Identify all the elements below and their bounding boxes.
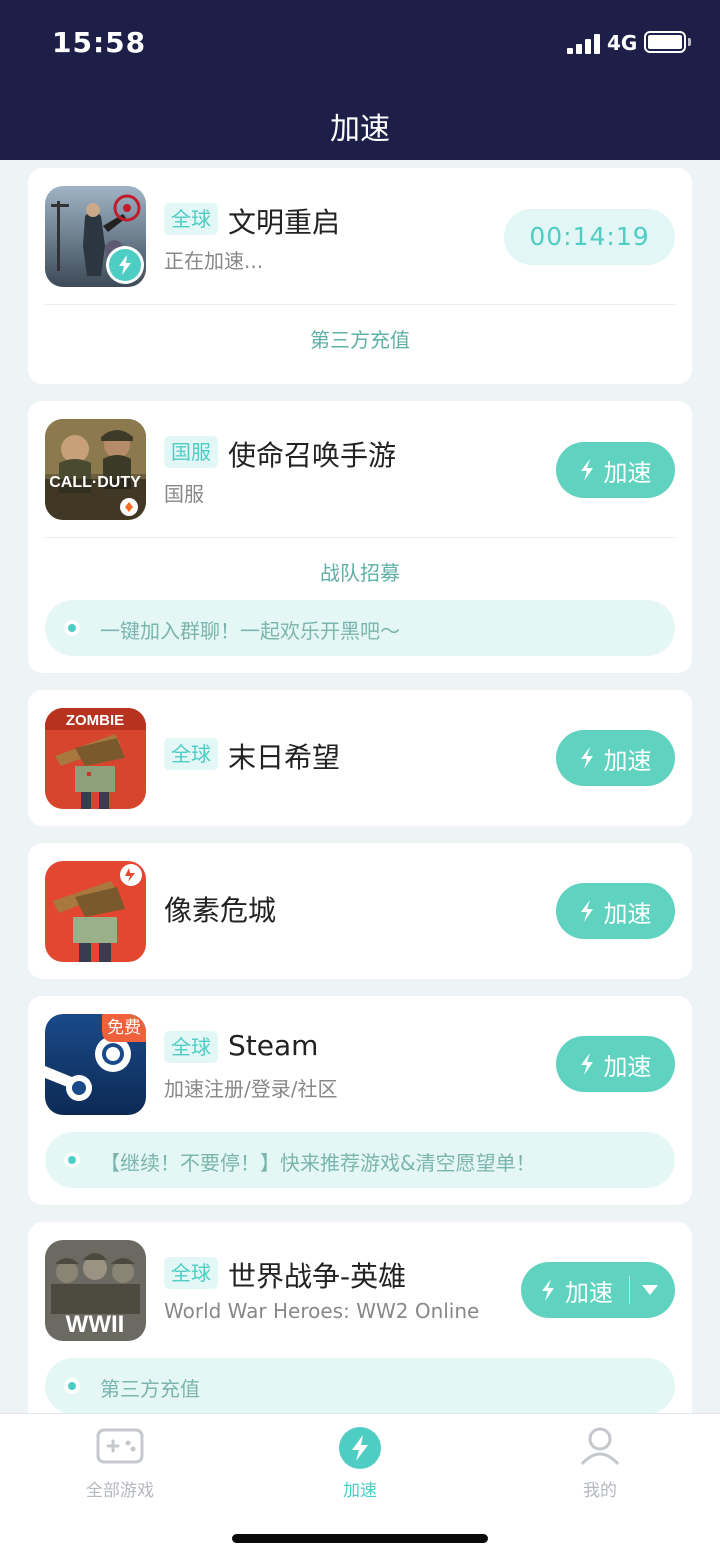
third-party-recharge-link[interactable]: 第三方充值	[28, 324, 692, 353]
network-type: 4G	[607, 31, 638, 55]
notice-dot-icon	[64, 1378, 80, 1394]
svg-text:ZOMBIE: ZOMBIE	[66, 712, 124, 729]
accelerate-button[interactable]: 加速	[556, 442, 675, 498]
free-badge: 免费	[102, 1014, 146, 1042]
game-name: 文明重启	[228, 206, 341, 239]
zombie-game-icon: ZOMBIE	[45, 708, 146, 809]
page-title: 加速	[330, 112, 390, 147]
tab-all-games[interactable]: 全部游戏	[0, 1426, 240, 1501]
accelerate-button[interactable]: 加速	[541, 1262, 613, 1318]
notice-text: 第三方充值	[100, 1377, 200, 1401]
accelerate-button[interactable]: 加速	[556, 1036, 675, 1092]
game-name: 像素危城	[164, 894, 277, 927]
game-name: 使命召唤手游	[228, 439, 397, 472]
chevron-down-icon[interactable]	[642, 1285, 658, 1295]
battery-icon	[644, 31, 686, 53]
status-bar: 15:58 4G	[0, 0, 720, 88]
game-name: Steam	[228, 1029, 319, 1062]
region-tag: 全球	[164, 1257, 218, 1289]
accelerate-button[interactable]: 加速	[556, 730, 675, 786]
game-server: 国服	[164, 482, 204, 506]
user-icon	[580, 1427, 620, 1466]
region-tag: 全球	[164, 1031, 218, 1063]
region-tag: 国服	[164, 436, 218, 468]
game-card[interactable]: 全球 文明重启 正在加速... 00:14:19 第三方充值	[28, 168, 692, 384]
status-time: 15:58	[52, 26, 147, 59]
tab-accelerate[interactable]: 加速	[240, 1426, 480, 1501]
gamepad-icon	[96, 1428, 144, 1464]
bolt-icon	[580, 900, 593, 922]
notice-text: 【继续！不要停！】快来推荐游戏&清空愿望单！	[100, 1151, 536, 1175]
tab-mine[interactable]: 我的	[480, 1426, 720, 1501]
region-tag: 全球	[164, 203, 218, 235]
game-subtitle: World War Heroes: WW2 Online	[164, 1299, 480, 1323]
game-card[interactable]: ZOMBIE 全球 末日希望 加速	[28, 690, 692, 826]
notice-text: 一键加入群聊！一起欢乐开黑吧～	[100, 619, 400, 643]
acceleration-timer[interactable]: 00:14:19	[504, 209, 675, 265]
notice-dot-icon	[64, 1152, 80, 1168]
bolt-icon	[542, 1279, 554, 1301]
notice-dot-icon	[64, 620, 80, 636]
svg-text:WWII: WWII	[66, 1311, 125, 1338]
game-card[interactable]: CALL·DUTY 国服 使命召唤手游 国服 加速 战队招募 一键加入群聊！一起…	[28, 401, 692, 673]
notice-banner[interactable]: 一键加入群聊！一起欢乐开黑吧～	[45, 600, 675, 656]
header: 加速	[0, 88, 720, 160]
game-name: 世界战争-英雄	[228, 1260, 407, 1293]
game-status: 正在加速...	[164, 249, 264, 273]
accelerate-split-button[interactable]: 加速	[521, 1262, 675, 1318]
accelerate-button[interactable]: 加速	[556, 883, 675, 939]
notice-banner[interactable]: 第三方充值	[45, 1358, 675, 1413]
game-card[interactable]: 像素危城 加速	[28, 843, 692, 979]
bolt-icon	[580, 1053, 593, 1075]
bolt-icon	[580, 747, 593, 769]
call-of-duty-game-icon: CALL·DUTY	[45, 419, 146, 520]
home-indicator	[232, 1534, 488, 1543]
bolt-icon	[580, 459, 593, 481]
accelerating-badge-icon	[106, 246, 144, 284]
pixel-city-game-icon	[45, 861, 146, 962]
game-subtitle: 加速注册/登录/社区	[164, 1077, 338, 1101]
bolt-icon	[339, 1427, 381, 1469]
wwii-game-icon: WWII	[45, 1240, 146, 1341]
game-card[interactable]: 免费 全球 Steam 加速注册/登录/社区 加速 【继续！不要停！】快来推荐游…	[28, 996, 692, 1205]
game-card[interactable]: WWII 全球 世界战争-英雄 World War Heroes: WW2 On…	[28, 1222, 692, 1413]
team-recruit-link[interactable]: 战队招募	[28, 557, 692, 586]
region-tag: 全球	[164, 738, 218, 770]
notice-banner[interactable]: 【继续！不要停！】快来推荐游戏&清空愿望单！	[45, 1132, 675, 1188]
game-name: 末日希望	[228, 741, 341, 774]
svg-text:CALL·DUTY: CALL·DUTY	[49, 474, 141, 491]
signal-icon	[567, 34, 603, 54]
